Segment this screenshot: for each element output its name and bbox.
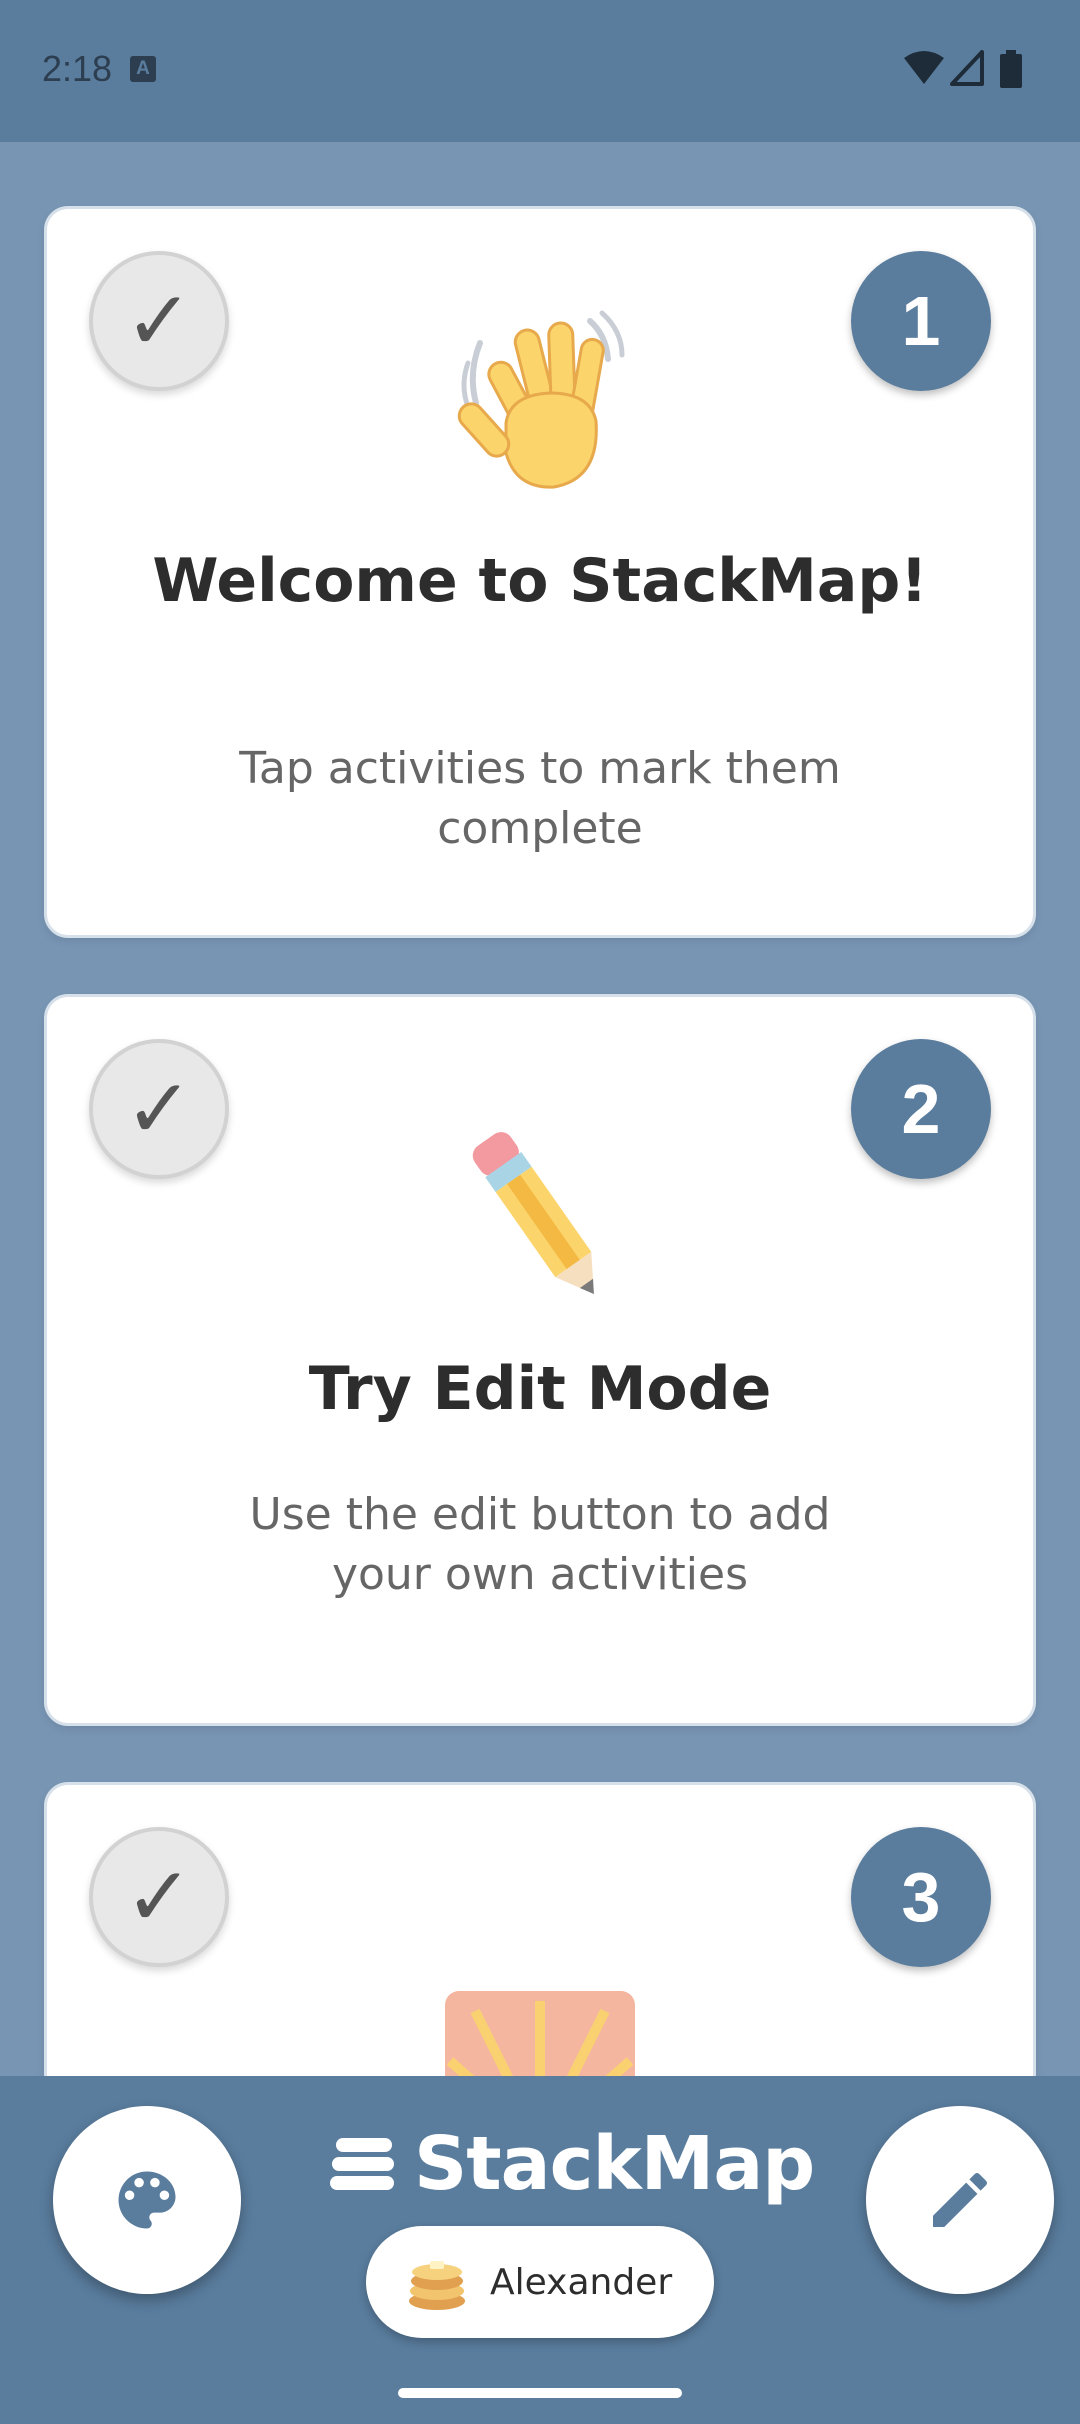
status-icons (904, 50, 1044, 90)
pancake-stack-icon (409, 2261, 465, 2310)
stack-icon (330, 2138, 394, 2190)
card-number-badge: 1 (851, 251, 991, 391)
edit-mode-button[interactable] (866, 2106, 1054, 2294)
card-number-badge: 2 (851, 1039, 991, 1179)
complete-check-button[interactable]: ✓ (89, 251, 229, 391)
card-description: Use the edit button to add your own acti… (249, 1489, 831, 1600)
status-bar: 2:18 A (0, 0, 1080, 142)
card-title: Try Edit Mode (308, 1354, 772, 1424)
pencil-icon (472, 1132, 594, 1295)
waving-hand-icon (457, 310, 625, 489)
palette-icon (118, 2171, 176, 2229)
card-title: Welcome to StackMap! (152, 546, 928, 616)
wifi-icon (904, 51, 944, 84)
activity-card-1[interactable]: ✓ 1 Welcome to StackMap! Tap activities … (44, 206, 1036, 938)
bottom-bar: StackMap Alexander (0, 2076, 1080, 2424)
card-number-badge: 3 (851, 1827, 991, 1967)
complete-check-button[interactable]: ✓ (89, 1827, 229, 1967)
activity-card-2[interactable]: ✓ 2 Try Edit Mode Use the edit button to… (44, 994, 1036, 1726)
user-profile-chip[interactable]: Alexander (366, 2226, 714, 2338)
status-time: 2:18 (42, 48, 113, 89)
user-name: Alexander (490, 2261, 673, 2303)
complete-check-button[interactable]: ✓ (89, 1039, 229, 1179)
home-indicator[interactable] (398, 2388, 682, 2398)
edit-pencil-icon (933, 2172, 988, 2227)
card-description: Tap activities to mark them complete (239, 743, 841, 854)
theme-palette-button[interactable] (53, 2106, 241, 2294)
battery-icon (1000, 50, 1022, 88)
brand-name: StackMap (414, 2121, 815, 2207)
brand-logo: StackMap (330, 2121, 815, 2207)
a-icon: A (130, 56, 156, 82)
signal-icon (950, 50, 984, 86)
